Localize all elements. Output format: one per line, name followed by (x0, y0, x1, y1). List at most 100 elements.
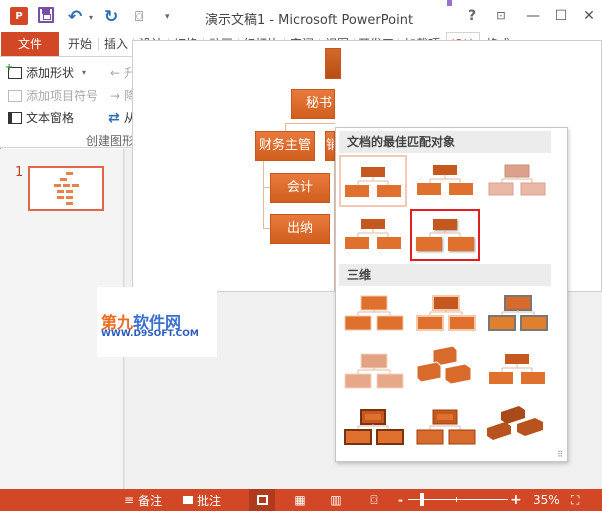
notes-label: 备注 (138, 493, 163, 508)
mini-box (66, 202, 73, 205)
connector-line (263, 161, 264, 228)
add-shape-button[interactable]: + 添加形状 ▾ (5, 62, 86, 81)
style-preview-icon (345, 219, 401, 249)
watermark-en: WWW.D9SOFT.COM (101, 329, 199, 339)
slide-thumbnail[interactable] (28, 166, 104, 211)
add-shape-icon: + (5, 62, 22, 79)
org-box-accountant[interactable]: 会计 (270, 173, 330, 203)
slide-sorter-icon: ▦ (294, 493, 306, 507)
arrow-left-icon: ← (110, 65, 121, 80)
maximize-icon[interactable]: ☐ (550, 6, 572, 26)
normal-view-icon (256, 495, 268, 505)
style-preview-icon (345, 167, 401, 197)
mini-box (63, 184, 70, 187)
style-cartoon[interactable] (485, 288, 553, 340)
style-polished[interactable] (341, 288, 409, 340)
title-bar: P ↶ ▾ ↻ ⌼ ▾ 演示文稿1 - Microsoft PowerPoint… (0, 0, 602, 32)
mini-box (57, 190, 64, 193)
zoom-slider-center-tick (456, 497, 457, 502)
text-pane-button[interactable]: 文本窗格 (8, 109, 74, 126)
decoration-mark (447, 0, 452, 6)
gallery-section-3d: 三维 (339, 264, 551, 286)
tab-divider (98, 38, 99, 51)
comments-label: 批注 (197, 493, 222, 508)
comment-icon (183, 496, 193, 504)
org-box-sales[interactable]: 销 (325, 131, 335, 161)
mini-box (72, 184, 79, 187)
notes-button[interactable]: ≡ 备注 (124, 492, 162, 508)
reading-view-icon: ▥ (330, 493, 342, 507)
text-pane-icon (8, 111, 22, 124)
close-icon[interactable]: ✕ (578, 6, 600, 26)
style-sunset-scene[interactable] (413, 404, 481, 456)
tab-insert[interactable]: 插入 (100, 32, 132, 56)
add-bullet-button[interactable]: 添加项目符号 (8, 87, 98, 104)
mini-box (66, 190, 73, 193)
style-powder[interactable] (341, 346, 409, 398)
text-pane-label: 文本窗格 (26, 111, 75, 125)
notes-icon: ≡ (124, 493, 135, 507)
org-box-cashier[interactable]: 出纳 (270, 214, 330, 244)
style-preview-icon (416, 345, 472, 385)
style-simple-fill[interactable] (339, 155, 407, 207)
zoom-out-button[interactable]: - (398, 492, 403, 508)
connector-line (285, 123, 335, 124)
watermark: 第九软件网 WWW.D9SOFT.COM (97, 287, 217, 357)
style-preview-icon (487, 406, 543, 440)
tab-file[interactable]: 文件 (1, 32, 59, 56)
mini-box (54, 184, 61, 187)
slideshow-button[interactable]: ⌼ (361, 489, 387, 511)
style-flat-scene[interactable] (485, 346, 553, 398)
style-preview-icon (488, 295, 548, 331)
style-inset[interactable] (413, 288, 481, 340)
org-box-finance-manager[interactable]: 财务主管 (255, 131, 315, 161)
style-preview-icon (416, 295, 476, 331)
comments-button[interactable]: 批注 (183, 492, 221, 508)
style-preview-icon (416, 219, 474, 251)
style-preview-icon (417, 165, 473, 195)
gallery-resize-handle[interactable]: ⠿ (557, 450, 563, 459)
swap-arrows-icon: ⇄ (108, 109, 120, 126)
normal-view-button[interactable] (249, 489, 275, 511)
add-shape-dropdown-icon[interactable]: ▾ (82, 68, 86, 77)
fit-to-window-icon[interactable]: ⛶ (571, 492, 579, 508)
mini-box (60, 178, 67, 181)
zoom-slider-thumb[interactable] (419, 493, 424, 506)
slide-sorter-button[interactable]: ▦ (287, 489, 313, 511)
style-preview-icon (344, 353, 404, 389)
mini-box (66, 196, 73, 199)
style-preview-icon (488, 164, 546, 196)
window-title-text: 演示文稿1 - Microsoft PowerPoint (204, 13, 414, 28)
ribbon-display-options-icon[interactable]: ⊡ (490, 6, 512, 26)
style-birds-eye-scene[interactable] (485, 400, 553, 452)
tab-home[interactable]: 开始 (64, 32, 96, 56)
style-metallic-scene[interactable] (341, 404, 409, 456)
gallery-section-best-match: 文档的最佳匹配对象 (339, 131, 551, 153)
style-light-transparent[interactable] (485, 157, 553, 209)
slideshow-icon: ⌼ (370, 492, 378, 507)
style-preview-icon (344, 409, 404, 445)
mini-box (57, 196, 64, 199)
add-bullet-icon (8, 89, 22, 102)
arrow-right-icon: → (110, 88, 121, 103)
style-intense-effect[interactable] (410, 209, 480, 261)
org-box-secretary[interactable]: 秘书 (291, 89, 335, 119)
minimize-icon[interactable]: — (522, 6, 544, 26)
help-icon[interactable]: ? (461, 6, 483, 26)
add-shape-label: 添加形状 (26, 66, 75, 80)
zoom-in-button[interactable]: + (510, 492, 522, 508)
zoom-level[interactable]: 35% (533, 492, 560, 508)
status-bar: ≡ 备注 批注 ▦ ▥ ⌼ - + 35% ⛶ (0, 489, 602, 511)
reading-view-button[interactable]: ▥ (323, 489, 349, 511)
add-bullet-label: 添加项目符号 (26, 89, 99, 103)
style-moderate-effect[interactable] (341, 211, 409, 263)
style-preview-icon (344, 295, 404, 331)
style-preview-icon (489, 354, 545, 384)
style-subtle-effect[interactable] (413, 157, 481, 209)
slide-number: 1 (15, 165, 24, 180)
style-preview-icon (416, 409, 476, 445)
org-box-top[interactable] (325, 48, 341, 79)
style-brick-scene[interactable] (413, 340, 481, 392)
quick-styles-gallery: 文档的最佳匹配对象 三维 ⠿ (335, 127, 568, 462)
mini-box (66, 172, 73, 175)
